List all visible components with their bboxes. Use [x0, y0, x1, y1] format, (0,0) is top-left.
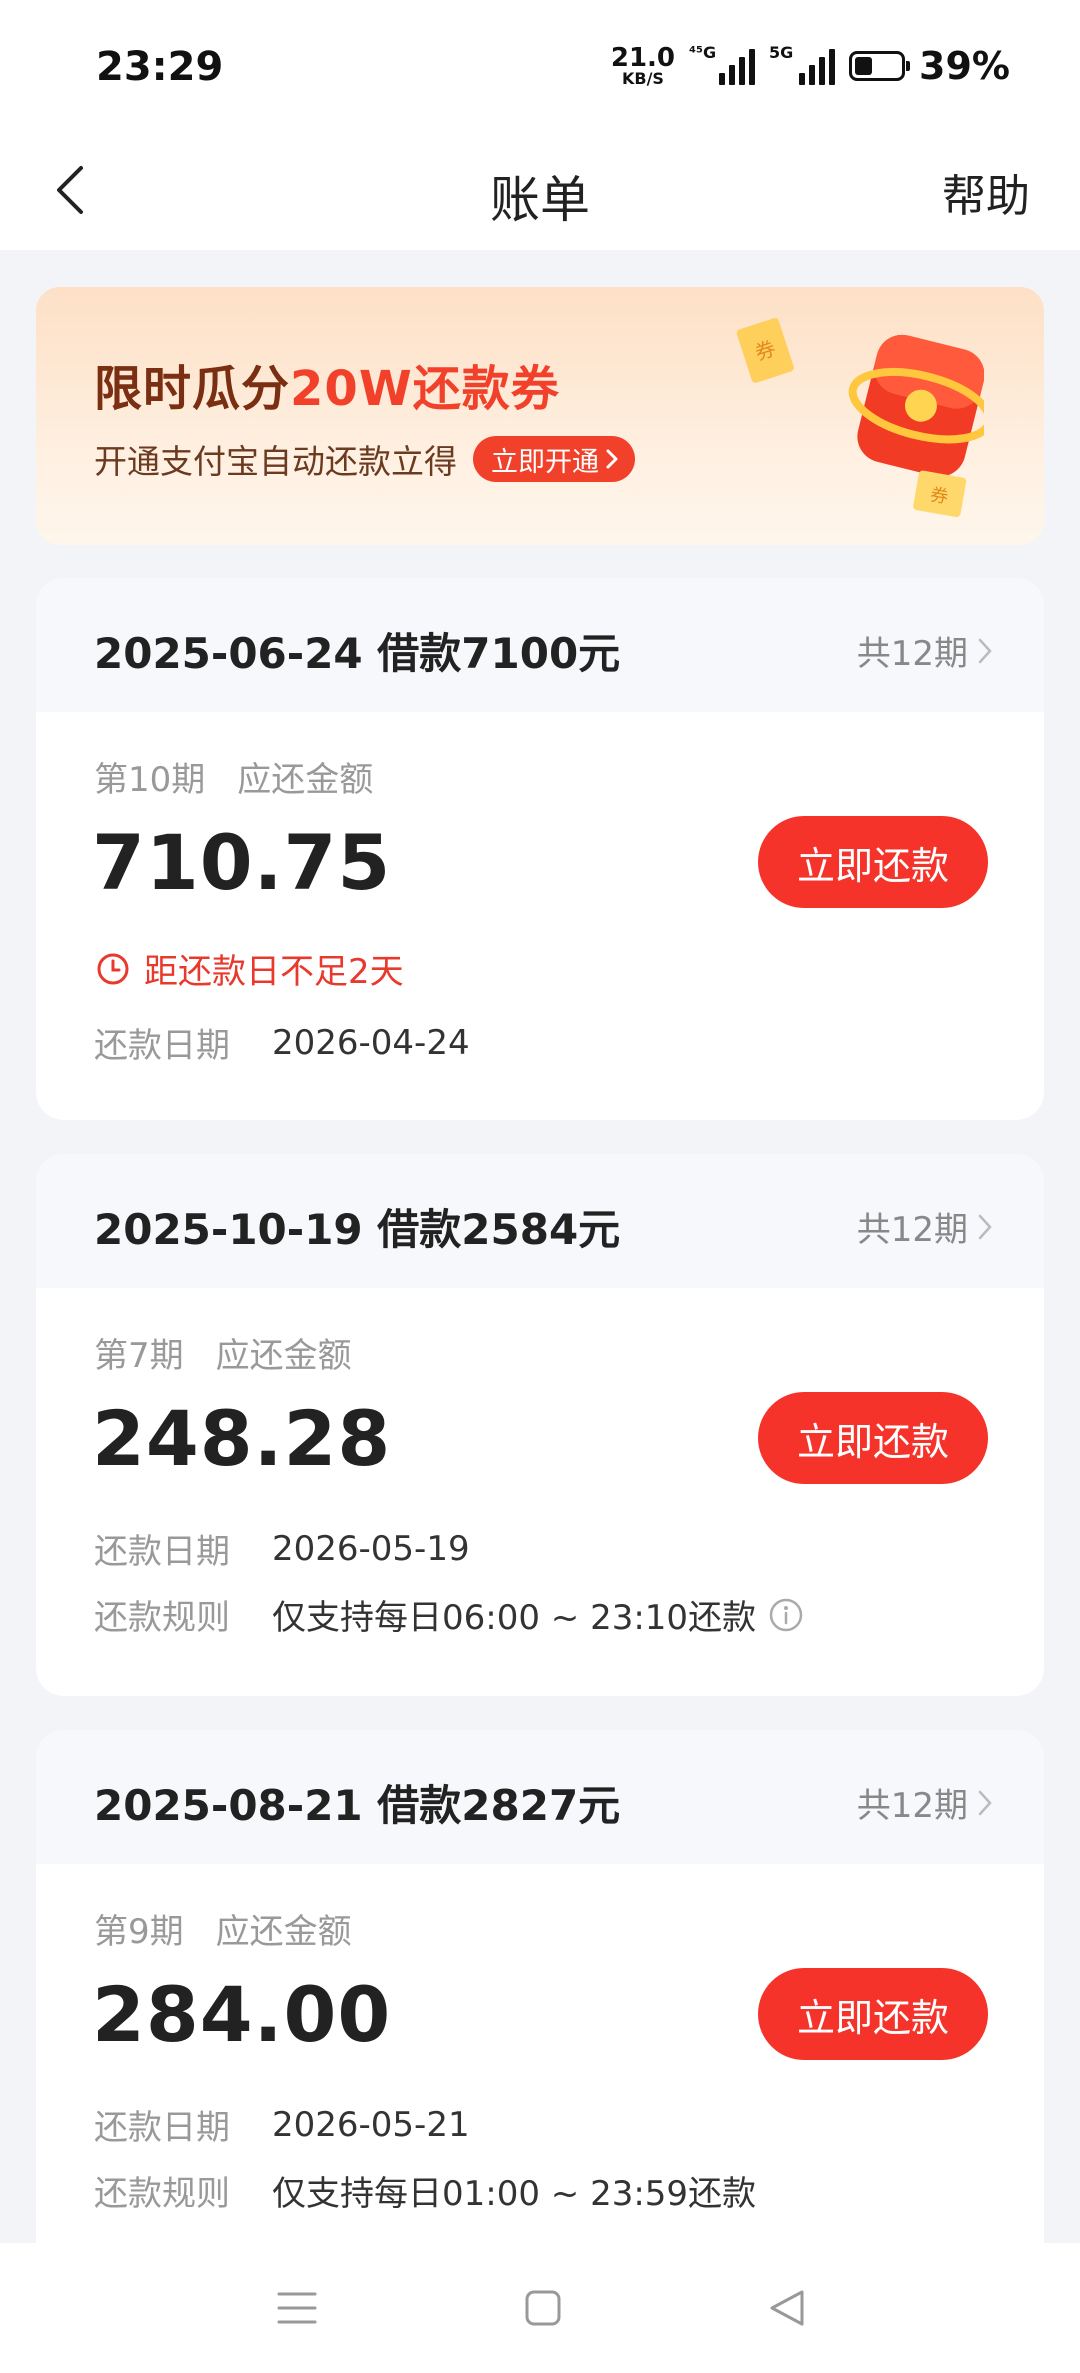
status-icons: 21.0 KB/S ⁴⁵G 5G 39% — [611, 43, 1010, 88]
promo-subtitle: 开通支付宝自动还款立得 — [94, 442, 457, 481]
system-nav-bar — [0, 2243, 1080, 2373]
due-amount: 710.75 — [92, 818, 392, 907]
total-periods-label: 共12期 — [856, 1786, 968, 1826]
battery-icon — [849, 51, 911, 81]
network-speed-value: 21.0 — [610, 43, 676, 73]
bill-card: 2025-08-21 借款2827元 共12期 第9期 应还金额 284.00 立… — [36, 1730, 1044, 2290]
signal-icon-sim1: ⁴⁵G — [689, 43, 756, 85]
loan-summary: 2025-08-21 借款2827元 — [94, 1781, 621, 1830]
sim2-tag: 5G — [769, 43, 794, 62]
due-label: 第7期 应还金额 — [94, 1328, 352, 1377]
total-periods-label: 共12期 — [856, 634, 968, 674]
due-amount: 248.28 — [92, 1394, 392, 1483]
term-label: 第9期 — [94, 1912, 184, 1952]
repay-date-row: 还款日期 2026-05-21 — [94, 2100, 470, 2149]
repay-rule-label: 还款规则 — [94, 1598, 230, 1638]
due-label: 第10期 应还金额 — [94, 752, 373, 801]
promo-open-label: 立即开通 — [491, 446, 599, 478]
promo-title: 限时瓜分20W还款券 — [94, 349, 560, 419]
total-periods-label: 共12期 — [856, 1210, 968, 1250]
term-label: 第10期 — [94, 760, 206, 800]
bill-card-header[interactable]: 2025-06-24 借款7100元 共12期 — [36, 578, 1044, 712]
due-warning-text: 距还款日不足2天 — [144, 952, 404, 992]
battery-percent: 39% — [919, 44, 1010, 88]
repay-date-label: 还款日期 — [94, 1026, 230, 1066]
repay-rule-row: 还款规则 仅支持每日06:00 ~ 23:10还款 — [94, 1590, 804, 1639]
svg-text:券: 券 — [929, 484, 950, 508]
menu-button[interactable] — [272, 2283, 322, 2333]
repay-rule-label: 还款规则 — [94, 2174, 230, 2214]
help-button[interactable]: 帮助 — [942, 160, 1030, 224]
due-amount-label: 应还金额 — [237, 760, 374, 800]
home-button[interactable] — [518, 2283, 568, 2333]
due-warning: 距还款日不足2天 — [96, 944, 404, 993]
back-triangle-icon — [770, 2290, 804, 2326]
signal-icon-sim2: 5G — [769, 43, 836, 85]
repay-date: 2026-05-21 — [272, 2104, 470, 2145]
bill-card-header[interactable]: 2025-08-21 借款2827元 共12期 — [36, 1730, 1044, 1864]
repay-rule: 仅支持每日01:00 ~ 23:59还款 — [272, 2174, 757, 2214]
pay-now-button[interactable]: 立即还款 — [758, 1392, 988, 1484]
home-square-icon — [525, 2290, 561, 2326]
battery-level — [855, 57, 873, 75]
due-amount-label: 应还金额 — [215, 1336, 352, 1376]
repay-date-row: 还款日期 2026-04-24 — [94, 1018, 470, 1067]
repay-rule: 仅支持每日06:00 ~ 23:10还款 — [272, 1598, 757, 1638]
due-amount: 284.00 — [92, 1970, 392, 2059]
total-periods[interactable]: 共12期 — [857, 1202, 992, 1251]
page-title: 账单 — [490, 171, 590, 229]
status-time: 23:29 — [96, 44, 224, 90]
nav-bar: 账单 帮助 — [0, 130, 1080, 250]
chevron-right-icon — [978, 638, 992, 663]
repay-date-label: 还款日期 — [94, 1532, 230, 1572]
network-speed-unit: KB/S — [621, 69, 664, 88]
network-speed: 21.0 KB/S — [611, 45, 675, 87]
bill-card-header[interactable]: 2025-10-19 借款2584元 共12期 — [36, 1154, 1044, 1288]
loan-summary: 2025-06-24 借款7100元 — [94, 629, 621, 678]
total-periods[interactable]: 共12期 — [857, 1778, 992, 1827]
total-periods[interactable]: 共12期 — [857, 626, 992, 675]
red-envelope-icon: 券 券 — [736, 318, 984, 518]
promo-open-button[interactable]: 立即开通 — [473, 436, 635, 482]
repay-rule-row: 还款规则 仅支持每日01:00 ~ 23:59还款 — [94, 2166, 756, 2215]
info-icon[interactable] — [768, 1597, 804, 1633]
promo-subtitle-row: 开通支付宝自动还款立得 立即开通 — [94, 435, 635, 483]
status-bar: 23:29 21.0 KB/S ⁴⁵G 5G 39% — [0, 0, 1080, 130]
pay-now-button[interactable]: 立即还款 — [758, 1968, 988, 2060]
chevron-right-icon — [606, 449, 618, 469]
repay-date: 2026-04-24 — [272, 1022, 470, 1063]
repay-date-label: 还款日期 — [94, 2108, 230, 2148]
repay-date: 2026-05-19 — [272, 1528, 470, 1569]
bill-card: 2025-10-19 借款2584元 共12期 第7期 应还金额 248.28 立… — [36, 1154, 1044, 1696]
chevron-right-icon — [978, 1790, 992, 1815]
repay-date-row: 还款日期 2026-05-19 — [94, 1524, 470, 1573]
clock-icon — [97, 953, 129, 984]
due-label: 第9期 应还金额 — [94, 1904, 352, 1953]
promo-banner[interactable]: 限时瓜分20W还款券 开通支付宝自动还款立得 立即开通 券 券 — [36, 287, 1044, 545]
sim1-tag: ⁴⁵G — [689, 43, 717, 62]
back-nav-button[interactable] — [762, 2283, 812, 2333]
menu-icon — [277, 2292, 317, 2324]
loan-summary: 2025-10-19 借款2584元 — [94, 1205, 621, 1254]
promo-title-b: 20W还款券 — [290, 361, 560, 417]
chevron-right-icon — [978, 1214, 992, 1239]
due-amount-label: 应还金额 — [215, 1912, 352, 1952]
pay-now-button[interactable]: 立即还款 — [758, 816, 988, 908]
promo-title-a: 限时瓜分 — [94, 361, 291, 417]
term-label: 第7期 — [94, 1336, 184, 1376]
bill-card: 2025-06-24 借款7100元 共12期 第10期 应还金额 710.75 … — [36, 578, 1044, 1120]
